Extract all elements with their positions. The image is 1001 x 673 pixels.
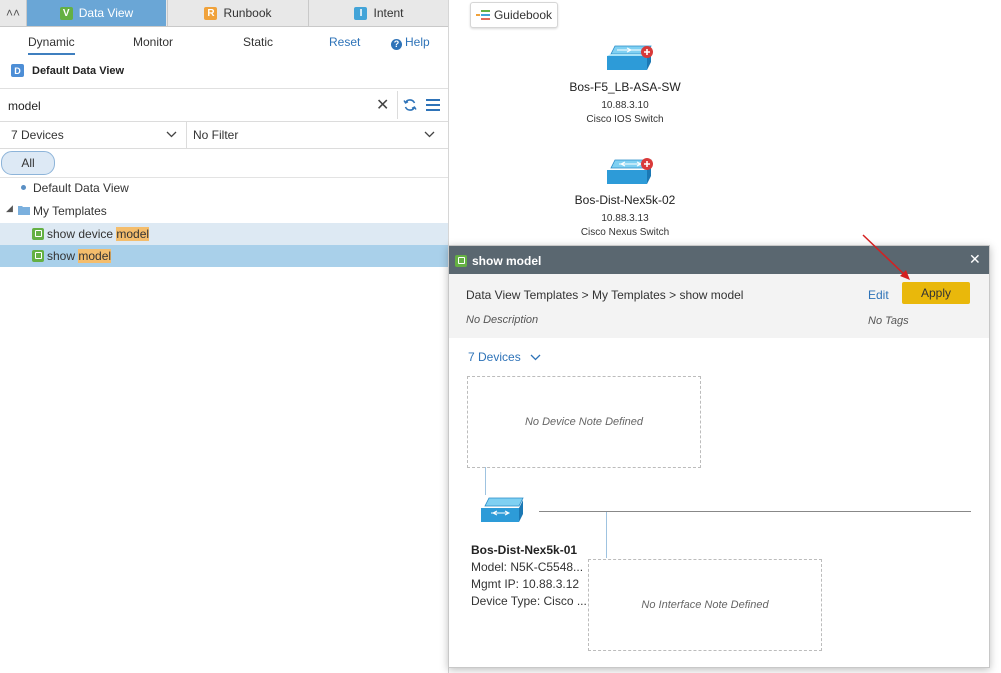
- tab-runbook-label: Runbook: [223, 6, 272, 20]
- tab-data-view[interactable]: V Data View: [27, 0, 166, 26]
- switch-icon[interactable]: [603, 44, 655, 76]
- device-model: Model: N5K-C5548...: [471, 560, 584, 574]
- folder-icon: [18, 206, 30, 215]
- device-name[interactable]: Bos-F5_LB-ASA-SW: [545, 80, 705, 94]
- label-prefix: show device: [47, 227, 117, 241]
- interface-note-box[interactable]: No Interface Note Defined: [588, 559, 822, 651]
- edit-link[interactable]: Edit: [868, 288, 889, 302]
- tab-data-view-label: Data View: [78, 6, 134, 20]
- devices-select[interactable]: 7 Devices: [0, 122, 187, 148]
- chevron-down-icon: [530, 354, 541, 361]
- nexus-switch-icon[interactable]: [603, 156, 655, 188]
- subtab-monitor[interactable]: Monitor: [133, 35, 173, 49]
- nexus-switch-icon[interactable]: [479, 496, 525, 526]
- close-icon[interactable]: ✕: [969, 251, 981, 268]
- device-ip: 10.88.3.10: [601, 100, 649, 111]
- tags-text: No Tags: [868, 315, 909, 327]
- tree-item-default-data-view[interactable]: Default Data View: [0, 178, 448, 200]
- label-prefix: show: [47, 249, 79, 263]
- connector-line: [606, 512, 607, 558]
- tab-intent-label: Intent: [373, 6, 404, 20]
- tree-item-show-model[interactable]: show model: [0, 245, 448, 267]
- data-view-letter-icon: D: [11, 64, 24, 77]
- device-type: Device Type: Cisco ...: [471, 594, 587, 608]
- tree-item-label: show model: [47, 249, 112, 263]
- search-row: ✕: [0, 89, 448, 122]
- device-note-box[interactable]: No Device Note Defined: [467, 376, 701, 468]
- expand-icon[interactable]: ◢: [6, 203, 13, 214]
- devices-dropdown[interactable]: 7 Devices: [468, 350, 541, 364]
- all-filter-pill[interactable]: All: [1, 151, 55, 175]
- subtab-dynamic[interactable]: Dynamic: [28, 35, 75, 55]
- template-preview-dialog: show model ✕ Data View Templates > My Te…: [448, 245, 990, 668]
- dialog-title: show model: [472, 254, 542, 268]
- runbook-icon: R: [204, 6, 218, 20]
- breadcrumb: Data View Templates > My Templates > sho…: [466, 288, 744, 302]
- description-text: No Description: [466, 314, 539, 326]
- divider: [397, 91, 398, 119]
- current-data-view-title: Default Data View: [32, 65, 125, 77]
- search-input[interactable]: [6, 95, 370, 117]
- search-highlight: model: [116, 227, 150, 241]
- annotation-arrow-icon: [862, 234, 910, 280]
- guidebook-label: Guidebook: [493, 8, 553, 22]
- template-icon: [455, 255, 467, 267]
- subtab-static[interactable]: Static: [243, 35, 273, 49]
- bullet-icon: [21, 185, 26, 190]
- device-name[interactable]: Bos-Dist-Nex5k-02: [545, 193, 705, 207]
- tree-item-label: show device model: [47, 227, 150, 241]
- help-icon: ?: [391, 38, 402, 50]
- guidebook-button[interactable]: Guidebook: [470, 2, 558, 28]
- clear-search-icon[interactable]: ✕: [376, 95, 389, 115]
- search-highlight: model: [78, 249, 112, 263]
- intent-icon: I: [354, 6, 368, 20]
- device-mgmt-ip: Mgmt IP: 10.88.3.12: [471, 577, 580, 591]
- device-name[interactable]: Bos-Dist-Nex5k-01: [471, 543, 577, 557]
- reset-link[interactable]: Reset: [329, 35, 360, 49]
- subtab-bar: Dynamic Monitor Static Reset ? Help: [0, 27, 448, 57]
- filter-row: 7 Devices No Filter: [0, 122, 448, 149]
- collapse-icon[interactable]: ˄˄: [0, 0, 27, 26]
- template-icon: [32, 228, 44, 240]
- devices-dropdown-label: 7 Devices: [468, 350, 521, 364]
- left-panel: ˄˄ V Data View R Runbook I Intent Dynami…: [0, 0, 449, 673]
- tree-folder-label: My Templates: [33, 204, 107, 218]
- refresh-icon[interactable]: [403, 98, 417, 112]
- device-type: Cisco IOS Switch: [586, 114, 664, 125]
- chevron-down-icon: [166, 131, 177, 138]
- connector-line: [485, 467, 486, 495]
- filter-select-value: No Filter: [193, 128, 239, 142]
- help-link[interactable]: ? Help: [391, 35, 430, 50]
- device-ip: 10.88.3.13: [601, 213, 649, 224]
- chevron-down-icon: [424, 131, 435, 138]
- guidebook-icon: [475, 10, 490, 20]
- template-icon: [32, 250, 44, 262]
- data-view-icon: V: [59, 6, 73, 20]
- filter-select[interactable]: No Filter: [187, 122, 448, 148]
- device-type: Cisco Nexus Switch: [580, 227, 670, 238]
- menu-icon[interactable]: [426, 99, 440, 111]
- apply-button[interactable]: Apply: [902, 282, 970, 304]
- tree-item-show-device-model[interactable]: show device model: [0, 223, 448, 245]
- devices-select-value: 7 Devices: [11, 128, 64, 142]
- tab-intent[interactable]: I Intent: [308, 0, 449, 26]
- tree-folder-my-templates[interactable]: ◢ My Templates: [0, 200, 448, 222]
- tree-item-label: Default Data View: [33, 181, 129, 195]
- help-label: Help: [405, 35, 430, 49]
- tab-runbook[interactable]: R Runbook: [167, 0, 308, 26]
- link-line: [539, 511, 971, 512]
